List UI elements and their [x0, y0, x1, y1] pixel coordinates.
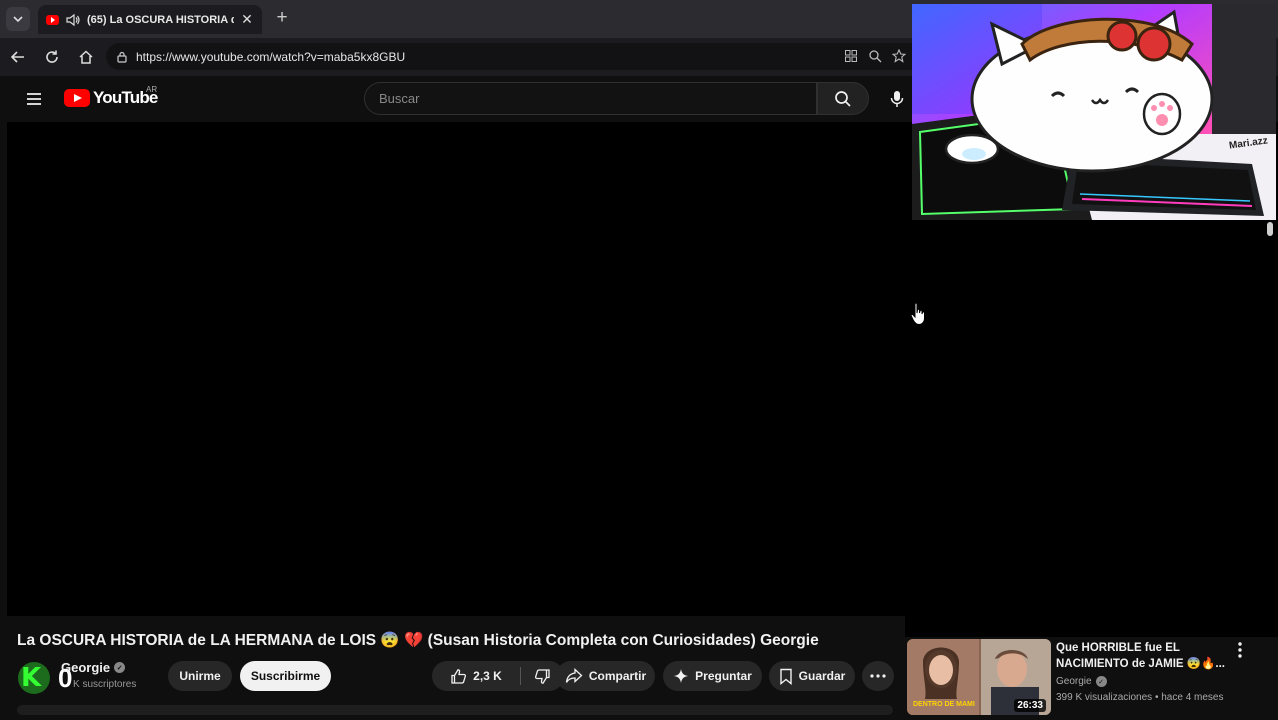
- avatar-letter: K: [21, 663, 42, 693]
- recommended-video-channel[interactable]: Georgie ✓: [1056, 676, 1107, 687]
- speaker-icon[interactable]: [65, 12, 81, 28]
- youtube-play-logo-icon: [64, 89, 90, 107]
- voice-search-button[interactable]: [882, 84, 912, 114]
- arrow-left-icon: [10, 51, 24, 63]
- recommended-video-title[interactable]: Que HORRIBLE fue EL NACIMIENTO de JAMIE …: [1056, 640, 1236, 672]
- join-button[interactable]: Unirme: [168, 661, 232, 691]
- video-title: La OSCURA HISTORIA de LA HERMANA de LOIS…: [17, 631, 897, 650]
- more-horizontal-icon: [870, 674, 886, 678]
- bookmark-icon: [779, 668, 792, 685]
- streamer-overlay: Mari.azz: [912, 4, 1276, 220]
- back-button[interactable]: [8, 47, 28, 67]
- video-title-emoji-heart: 💔: [404, 632, 424, 649]
- recommended-channel-name: Georgie: [1056, 676, 1092, 687]
- subscriber-count: K suscriptores: [73, 679, 137, 690]
- star-icon[interactable]: [892, 49, 906, 63]
- search-input[interactable]: [379, 91, 816, 106]
- description-box-edge[interactable]: [17, 705, 893, 715]
- tab-list-button[interactable]: [6, 7, 30, 31]
- search-button[interactable]: [817, 82, 869, 115]
- channel-name[interactable]: Georgie ✓: [61, 660, 126, 675]
- ask-button-label: Preguntar: [695, 669, 752, 683]
- video-player[interactable]: [7, 122, 905, 616]
- hamburger-menu-icon[interactable]: [24, 89, 44, 109]
- more-vertical-icon[interactable]: [1232, 641, 1248, 659]
- share-button-label: Compartir: [588, 669, 647, 683]
- sparkle-icon: [674, 669, 689, 683]
- home-icon: [79, 50, 93, 64]
- share-button[interactable]: Compartir: [556, 661, 655, 691]
- site-info-icon[interactable]: [116, 51, 128, 63]
- search-icon: [835, 90, 851, 107]
- ask-button[interactable]: Preguntar: [663, 661, 762, 691]
- search-box: [364, 82, 817, 115]
- channel-avatar[interactable]: K: [18, 662, 50, 694]
- more-actions-button[interactable]: [862, 661, 894, 691]
- bongo-cat-overlay-image: [912, 4, 1276, 220]
- recommended-video-meta: 399 K visualizaciones • hace 4 meses: [1056, 692, 1224, 703]
- thumbnail-caption: DENTRO DE MAMI: [913, 701, 975, 708]
- thumbs-down-icon: [534, 668, 550, 684]
- like-count: 2,3 K: [473, 669, 502, 683]
- new-tab-button[interactable]: +: [272, 8, 292, 29]
- recommended-video-thumbnail[interactable]: DENTRO DE MAMI 26:33: [907, 639, 1051, 715]
- video-title-main: La OSCURA HISTORIA de LA HERMANA de LOIS: [17, 632, 377, 649]
- tab-title: (65) La OSCURA HISTORIA de LA HERMANA de…: [87, 13, 234, 26]
- zoom-icon[interactable]: [868, 49, 882, 63]
- address-bar-actions: [844, 49, 906, 63]
- country-code: AR: [146, 85, 158, 94]
- browser-tab-active[interactable]: (65) La OSCURA HISTORIA de LA HERMANA de…: [38, 5, 262, 34]
- page-scrollbar-thumb[interactable]: [1267, 222, 1273, 236]
- save-button-label: Guardar: [798, 669, 846, 683]
- youtube-favicon-icon: [46, 14, 59, 25]
- channel-name-text: Georgie: [61, 660, 111, 675]
- apps-icon[interactable]: [844, 49, 858, 63]
- join-button-label: Unirme: [179, 669, 221, 683]
- screen: (65) La OSCURA HISTORIA de LA HERMANA de…: [0, 0, 1278, 720]
- tab-close-icon[interactable]: ✕: [240, 11, 254, 28]
- url-text: https://www.youtube.com/watch?v=maba5kx8…: [136, 49, 406, 64]
- save-button[interactable]: Guardar: [769, 661, 855, 691]
- verified-check-icon: ✓: [114, 662, 126, 673]
- owner-action-row: K 0 Georgie ✓ K suscriptores Unirme Susc…: [16, 658, 896, 698]
- reload-icon: [46, 50, 58, 63]
- like-button[interactable]: 2,3 K: [432, 661, 520, 691]
- address-bar[interactable]: https://www.youtube.com/watch?v=maba5kx8…: [106, 43, 926, 70]
- video-duration-badge: 26:33: [1014, 699, 1046, 712]
- video-title-rest: (Susan Historia Completa con Curiosidade…: [427, 632, 819, 649]
- subscribe-button-label: Suscribirme: [250, 669, 321, 683]
- verified-check-icon: ✓: [1095, 676, 1107, 687]
- microphone-icon: [890, 91, 904, 107]
- thumbs-up-icon: [451, 668, 467, 684]
- reload-button[interactable]: [42, 47, 62, 67]
- youtube-logo[interactable]: YouTube: [64, 88, 158, 108]
- home-button[interactable]: [76, 47, 96, 67]
- video-title-emoji-fear: 😨: [380, 632, 400, 649]
- subscribe-button[interactable]: Suscribirme: [240, 661, 331, 691]
- hand-pointer-cursor-icon: [910, 302, 925, 326]
- like-dislike-group: 2,3 K: [432, 661, 564, 691]
- share-arrow-icon: [565, 668, 583, 683]
- chevron-down-icon: [13, 16, 23, 23]
